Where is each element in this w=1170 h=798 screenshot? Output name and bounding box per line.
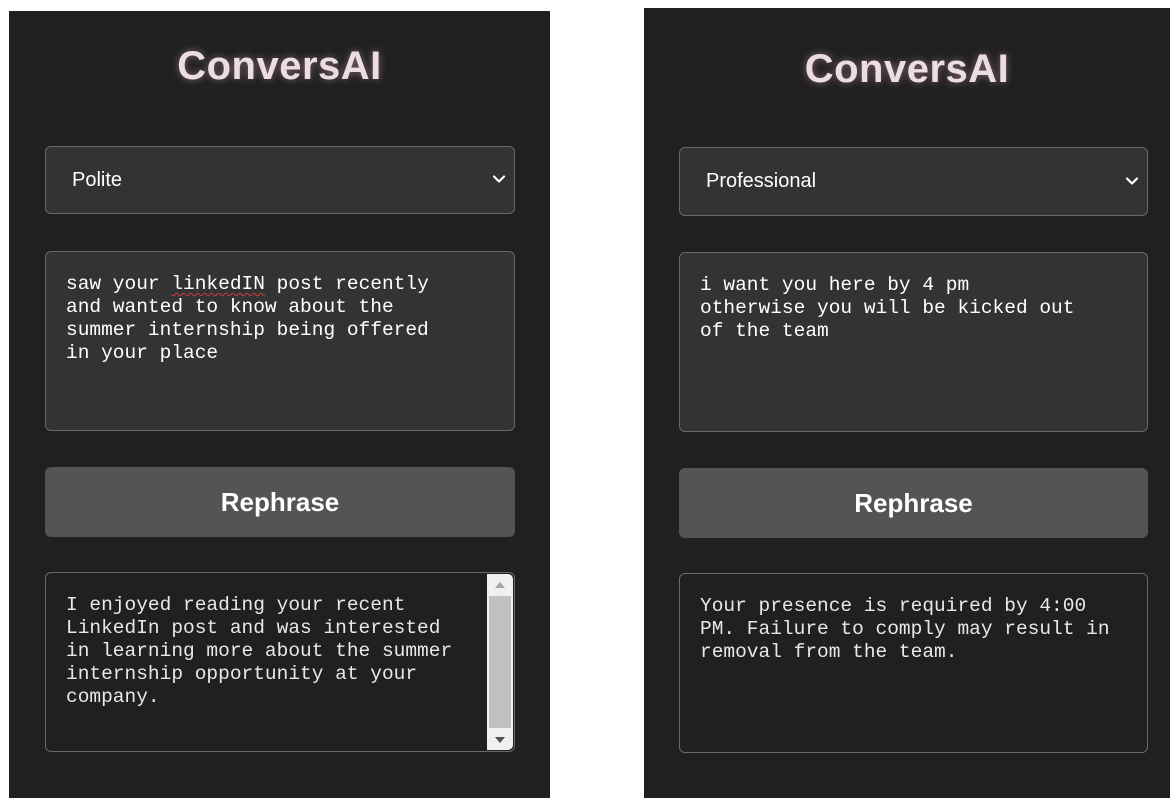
app-title: ConversAI [804,47,1010,91]
input-text-part: saw your [66,273,172,295]
app-panel-right: ConversAI Professional i want you here b… [644,8,1170,798]
app-panel-left: ConversAI Polite saw your linkedIN post … [9,11,550,798]
chevron-down-icon [1125,176,1139,185]
scrollbar-thumb[interactable] [489,596,511,728]
tone-select[interactable]: Polite [45,146,515,214]
output-text: I enjoyed reading your recent LinkedIn p… [66,594,453,708]
input-textarea[interactable]: saw your linkedIN post recently and want… [45,251,515,431]
scroll-down-arrow-icon[interactable] [487,730,513,750]
input-textarea[interactable]: i want you here by 4 pm otherwise you wi… [679,252,1148,432]
app-title: ConversAI [177,44,382,88]
tone-select[interactable]: Professional [679,147,1148,216]
chevron-down-icon [492,175,506,183]
output-text: Your presence is required by 4:00 PM. Fa… [700,595,1110,663]
scroll-up-arrow-icon[interactable] [487,574,513,594]
misspelled-word: linkedIN [171,273,265,295]
output-scrollbar[interactable] [487,574,513,750]
rephrase-button[interactable]: Rephrase [679,468,1148,538]
tone-select-value: Polite [72,168,123,191]
output-textarea[interactable]: I enjoyed reading your recent LinkedIn p… [45,572,515,752]
tone-select-value: Professional [706,170,817,192]
rephrase-button[interactable]: Rephrase [45,467,515,537]
output-textarea[interactable]: Your presence is required by 4:00 PM. Fa… [679,573,1148,753]
